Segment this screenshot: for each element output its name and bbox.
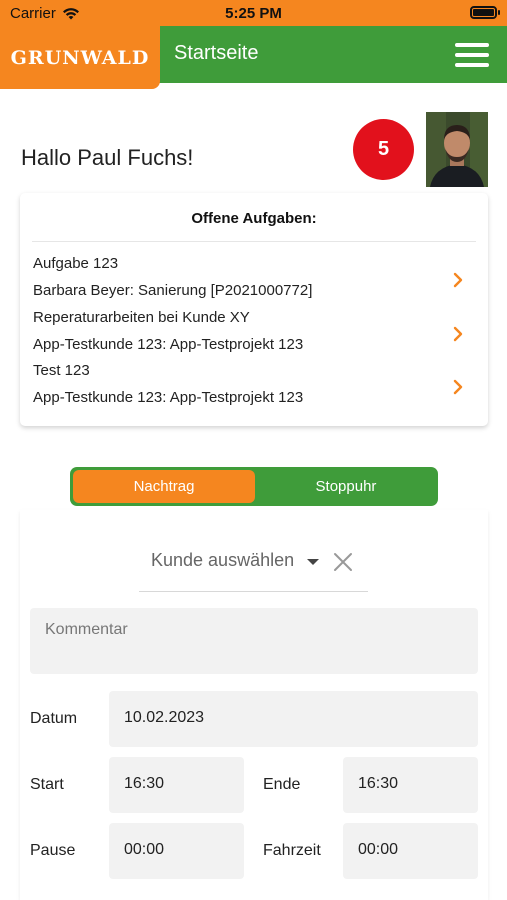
- comment-field[interactable]: Kommentar: [30, 608, 478, 674]
- logo[interactable]: GRUNWALD: [0, 26, 160, 89]
- avatar[interactable]: [426, 112, 488, 187]
- page-title: Startseite: [174, 42, 259, 64]
- caret-down-icon: [307, 559, 319, 565]
- travel-time-value: 00:00: [358, 841, 399, 858]
- tab-nachtrag[interactable]: Nachtrag: [73, 470, 255, 503]
- start-field[interactable]: 16:30: [109, 757, 244, 813]
- task-project: Barbara Beyer: Sanierung [P2021000772]: [33, 282, 313, 299]
- avatar-photo: [426, 112, 488, 187]
- end-label: Ende: [263, 776, 301, 793]
- chevron-right-icon: [453, 272, 463, 288]
- status-time: 5:25 PM: [225, 5, 282, 22]
- tab-stoppuhr[interactable]: Stoppuhr: [257, 470, 435, 503]
- app-header: GRUNWALD Startseite: [0, 26, 507, 89]
- chevron-right-icon: [453, 379, 463, 395]
- task-item[interactable]: Reperaturarbeiten bei Kunde XY App-Testk…: [33, 309, 470, 361]
- pause-field[interactable]: 00:00: [109, 823, 244, 879]
- start-value: 16:30: [124, 775, 165, 792]
- customer-select-placeholder: Kunde auswählen: [151, 550, 295, 570]
- battery-icon: [470, 6, 500, 19]
- logo-text: GRUNWALD: [10, 46, 150, 69]
- pause-label: Pause: [30, 842, 76, 859]
- travel-time-label: Fahrzeit: [263, 842, 321, 859]
- date-value: 10.02.2023: [124, 709, 205, 726]
- travel-time-field[interactable]: 00:00: [343, 823, 478, 879]
- date-label: Datum: [30, 710, 78, 727]
- start-label: Start: [30, 776, 64, 793]
- task-project: App-Testkunde 123: App-Testprojekt 123: [33, 389, 304, 406]
- pause-value: 00:00: [124, 841, 165, 858]
- task-title: Reperaturarbeiten bei Kunde XY: [33, 309, 250, 326]
- date-field[interactable]: 10.02.2023: [109, 691, 478, 747]
- task-item[interactable]: Test 123 App-Testkunde 123: App-Testproj…: [33, 362, 470, 414]
- end-field[interactable]: 16:30: [343, 757, 478, 813]
- status-bar: Carrier 5:25 PM: [0, 0, 507, 26]
- task-item[interactable]: Aufgabe 123 Barbara Beyer: Sanierung [P2…: [33, 255, 470, 307]
- customer-select[interactable]: Kunde auswählen: [139, 540, 368, 592]
- task-title: Aufgabe 123: [33, 255, 119, 272]
- close-icon[interactable]: [332, 551, 354, 573]
- open-tasks-title: Offene Aufgaben:: [191, 210, 317, 227]
- notification-badge[interactable]: 5: [353, 119, 414, 180]
- comment-placeholder: Kommentar: [45, 621, 128, 638]
- greeting-text: Hallo Paul Fuchs!: [21, 145, 194, 170]
- task-title: Test 123: [33, 362, 90, 379]
- divider: [32, 241, 476, 242]
- menu-icon[interactable]: [455, 43, 489, 67]
- open-tasks-card: Offene Aufgaben: Aufgabe 123 Barbara Bey…: [20, 193, 488, 426]
- mode-segmented-control: Nachtrag Stoppuhr: [70, 467, 438, 506]
- end-value: 16:30: [358, 775, 399, 792]
- task-project: App-Testkunde 123: App-Testprojekt 123: [33, 336, 304, 353]
- chevron-right-icon: [453, 326, 463, 342]
